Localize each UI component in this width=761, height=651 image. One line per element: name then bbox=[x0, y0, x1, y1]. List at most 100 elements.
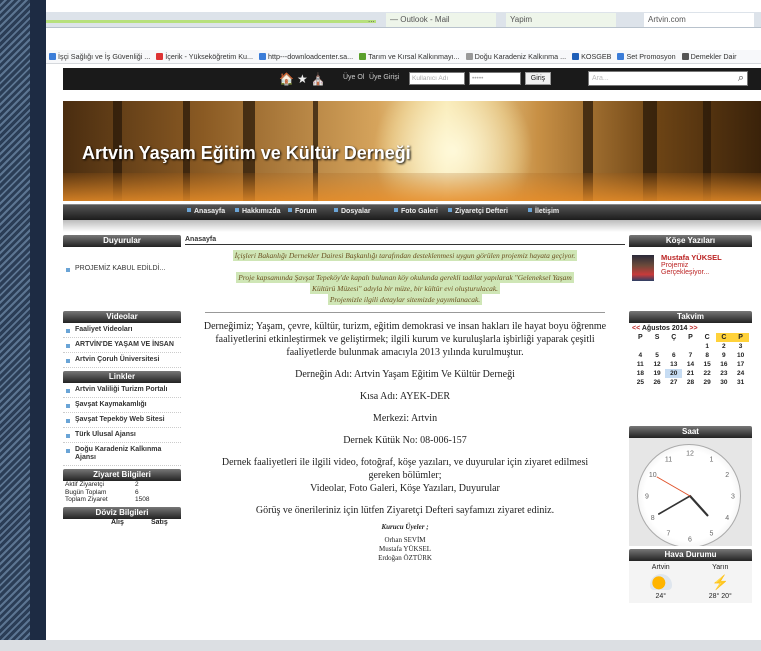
link-item[interactable]: Türk Ulusal Ajansı bbox=[63, 428, 181, 444]
column-title[interactable]: Gerçekleşiyor... bbox=[661, 269, 750, 276]
bottom-edge bbox=[0, 640, 761, 651]
calendar-day[interactable]: 19 bbox=[649, 369, 666, 378]
highlight-project: Kültürü Müzesi" adıyla bir müze, bir kül… bbox=[309, 283, 501, 294]
calendar-day[interactable]: 3 bbox=[732, 342, 749, 351]
clock-number: 4 bbox=[725, 515, 729, 522]
bullet-icon bbox=[288, 208, 292, 212]
visitor-row: Aktif Ziyaretçi 2 bbox=[65, 481, 139, 489]
nav-item[interactable]: Forum bbox=[288, 208, 317, 215]
video-item[interactable]: Artvin Çoruh Üniversitesi bbox=[63, 353, 181, 369]
calendar-day[interactable]: 10 bbox=[732, 351, 749, 360]
calendar-day[interactable]: 7 bbox=[682, 351, 699, 360]
video-item[interactable]: Faaliyet Videoları bbox=[63, 323, 181, 339]
calendar-day[interactable]: 28 bbox=[682, 378, 699, 387]
weather-temp: 24° bbox=[655, 593, 667, 600]
calendar-day[interactable]: 16 bbox=[716, 360, 733, 369]
calendar-day[interactable]: 4 bbox=[632, 351, 649, 360]
calendar-day[interactable]: 25 bbox=[632, 378, 649, 387]
calendar-prev[interactable]: << bbox=[632, 325, 640, 332]
signup-link[interactable]: Üye Ol bbox=[343, 74, 364, 81]
calendar-day[interactable]: 27 bbox=[665, 378, 682, 387]
calendar-day[interactable]: 20 bbox=[665, 369, 683, 378]
password-input[interactable]: ••••• bbox=[469, 72, 521, 85]
calendar-day bbox=[682, 342, 699, 351]
calendar-next[interactable]: >> bbox=[689, 325, 697, 332]
clock-number: 3 bbox=[731, 494, 735, 501]
tab-1[interactable]: ... bbox=[364, 13, 379, 27]
calendar-day[interactable]: 1 bbox=[699, 342, 716, 351]
nav-item[interactable]: Ziyaretçi Defteri bbox=[448, 208, 508, 215]
search-input[interactable]: Ara... ⌕ bbox=[588, 71, 748, 86]
link-item[interactable]: Şavşat Tepeköy Web Sitesi bbox=[63, 413, 181, 429]
website: 🏠★⛪ Üye Ol Üye Girişi Kullanıcı Adı ••••… bbox=[63, 68, 761, 640]
calendar-day[interactable]: 26 bbox=[649, 378, 666, 387]
columns-box: Köşe Yazıları Mustafa YÜKSEL Projemiz Ge… bbox=[629, 235, 752, 308]
founder: Orhan SEVİM bbox=[384, 536, 426, 545]
clock-number: 9 bbox=[645, 494, 649, 501]
calendar-day[interactable]: 23 bbox=[716, 369, 733, 378]
tab-artvin[interactable]: Artvin.com bbox=[644, 13, 754, 27]
author-avatar[interactable] bbox=[632, 255, 654, 281]
bullet-icon bbox=[448, 208, 452, 212]
calendar-day[interactable]: 31 bbox=[732, 378, 749, 387]
visitors-box: Ziyaret Bilgileri Aktif Ziyaretçi 2 Bugün… bbox=[63, 469, 181, 504]
login-button[interactable]: Giriş bbox=[525, 72, 551, 85]
bookmark-item[interactable]: KOSGEB bbox=[569, 50, 614, 63]
tab-outlook[interactable]: — Outlook - Mail bbox=[386, 13, 496, 27]
main-nav: Anasayfa Hakkımızda Forum Dosyalar Foto Gale… bbox=[63, 204, 761, 220]
announcement-item[interactable]: PROJEMİZ KABUL EDİLDİ... bbox=[63, 262, 181, 276]
calendar-day[interactable]: 6 bbox=[665, 351, 682, 360]
sections-list: Videolar, Foto Galeri, Köşe Yazıları, Du… bbox=[310, 483, 500, 494]
calendar-day[interactable]: 14 bbox=[682, 360, 699, 369]
username-input[interactable]: Kullanıcı Adı bbox=[409, 72, 465, 85]
bookmark-item[interactable]: Demekler Dair bbox=[679, 50, 740, 63]
nav-item[interactable]: Anasayfa bbox=[187, 208, 225, 215]
founder: Erdoğan ÖZTÜRK bbox=[378, 554, 432, 563]
calendar-day[interactable]: 29 bbox=[699, 378, 716, 387]
highlight-project: Proje kapsamında Şavşat Tepeköy'de kapal… bbox=[236, 272, 574, 283]
clock-number: 10 bbox=[649, 472, 657, 479]
association-name: Derneğin Adı: Artvin Yaşam Eğitim Ve Kül… bbox=[295, 369, 515, 380]
bookmark-item[interactable]: Doğu Karadeniz Kalkınma ... bbox=[463, 50, 570, 63]
calendar-day[interactable]: 11 bbox=[632, 360, 649, 369]
column-author[interactable]: Mustafa YÜKSEL bbox=[661, 253, 750, 262]
calendar-day[interactable]: 17 bbox=[732, 360, 749, 369]
main-content: Anasayfa İçişleri Bakanlığı Dernekler Da… bbox=[185, 235, 625, 640]
calendar-day-header: C bbox=[704, 334, 710, 341]
column-title[interactable]: Projemiz bbox=[661, 262, 750, 269]
calendar-day[interactable]: 21 bbox=[682, 369, 699, 378]
home-favorite-icons[interactable]: 🏠★⛪ bbox=[279, 72, 329, 86]
bookmark-item[interactable]: Tarım ve Kırsal Kalkınmayı... bbox=[356, 50, 462, 63]
link-item[interactable]: Şavşat Kaymakamlığı bbox=[63, 398, 181, 414]
calendar-day[interactable]: 18 bbox=[632, 369, 649, 378]
nav-item[interactable]: Hakkımızda bbox=[235, 208, 281, 215]
nav-item[interactable]: Dosyalar bbox=[334, 208, 371, 215]
calendar-day[interactable]: 22 bbox=[699, 369, 716, 378]
tab-yapim[interactable]: Yapim bbox=[506, 13, 616, 27]
login-link[interactable]: Üye Girişi bbox=[369, 74, 399, 81]
nav-item[interactable]: İletişim bbox=[528, 208, 559, 215]
video-item[interactable]: ARTVİN'DE YAŞAM VE İNSAN bbox=[63, 338, 181, 354]
search-icon[interactable]: ⌕ bbox=[738, 72, 744, 85]
calendar-day[interactable]: 30 bbox=[716, 378, 733, 387]
calendar-day[interactable]: 2 bbox=[716, 342, 733, 351]
link-item[interactable]: Doğu Karadeniz Kalkınma Ajansı bbox=[63, 443, 181, 467]
association-short: Kısa Adı: AYEK-DER bbox=[359, 391, 451, 402]
bookmark-icon bbox=[465, 53, 473, 60]
calendar-day[interactable]: 15 bbox=[699, 360, 716, 369]
calendar-day[interactable]: 5 bbox=[649, 351, 666, 360]
calendar-day[interactable]: 9 bbox=[716, 351, 733, 360]
clock-title: Saat bbox=[629, 426, 752, 438]
calendar-day[interactable]: 8 bbox=[699, 351, 716, 360]
nav-item[interactable]: Foto Galeri bbox=[394, 208, 438, 215]
calendar-day[interactable]: 24 bbox=[732, 369, 749, 378]
calendar-day[interactable]: 13 bbox=[665, 360, 682, 369]
bookmark-item[interactable]: İçerik - Yükseköğretim Ku... bbox=[153, 50, 256, 63]
bookmark-icon bbox=[156, 53, 164, 60]
second-hand bbox=[656, 476, 691, 497]
bookmark-item[interactable]: İşçi Sağlığı ve İş Güvenliği ... bbox=[46, 50, 153, 63]
bookmark-item[interactable]: Set Promosyon bbox=[614, 50, 678, 63]
bookmark-item[interactable]: http---downloadcenter.sa... bbox=[256, 50, 356, 63]
calendar-day[interactable]: 12 bbox=[649, 360, 666, 369]
link-item[interactable]: Artvin Valiliği Turizm Portalı bbox=[63, 383, 181, 399]
